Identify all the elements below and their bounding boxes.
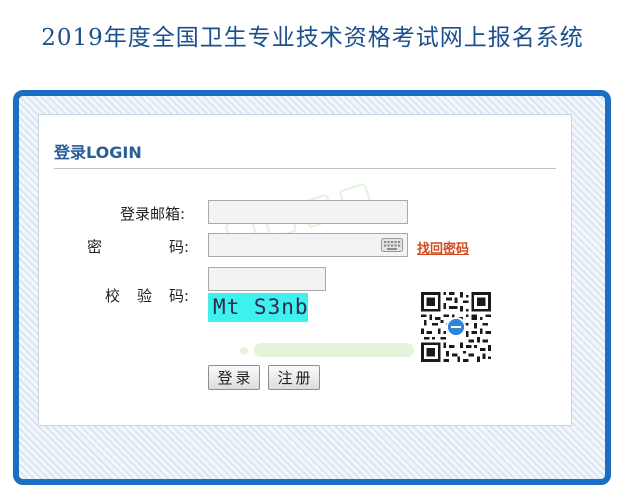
heading-divider [54,168,556,169]
captcha-input[interactable] [208,267,326,291]
password-label-char1: 密 [87,238,103,256]
email-input[interactable] [208,200,408,224]
login-frame: 登录LOGIN 登录邮箱: 密 码: 找回密码 校 验 码: Mt S3nb 登… [13,90,611,485]
captcha-label-char3: 码: [169,287,190,305]
qr-code-icon [421,292,491,362]
forgot-password-link[interactable]: 找回密码 [417,238,469,257]
login-button[interactable]: 登录 [208,365,260,390]
login-heading: 登录LOGIN [54,143,142,162]
page-title: 2019年度全国卫生专业技术资格考试网上报名系统 [41,25,584,51]
email-label: 登录邮箱: [120,205,186,223]
password-label-char2: 码: [169,238,190,256]
captcha-image[interactable]: Mt S3nb [208,293,308,322]
login-page: 2019年度全国卫生专业技术资格考试网上报名系统 登录LOGIN 登录邮箱: 密… [0,0,625,500]
captcha-label-char2: 验 [137,287,153,305]
password-input[interactable] [208,233,408,257]
keyboard-icon[interactable] [381,238,403,252]
captcha-label-char1: 校 [105,287,121,305]
login-panel: 登录LOGIN 登录邮箱: 密 码: 找回密码 校 验 码: Mt S3nb 登… [38,114,572,426]
register-button[interactable]: 注册 [268,365,320,390]
